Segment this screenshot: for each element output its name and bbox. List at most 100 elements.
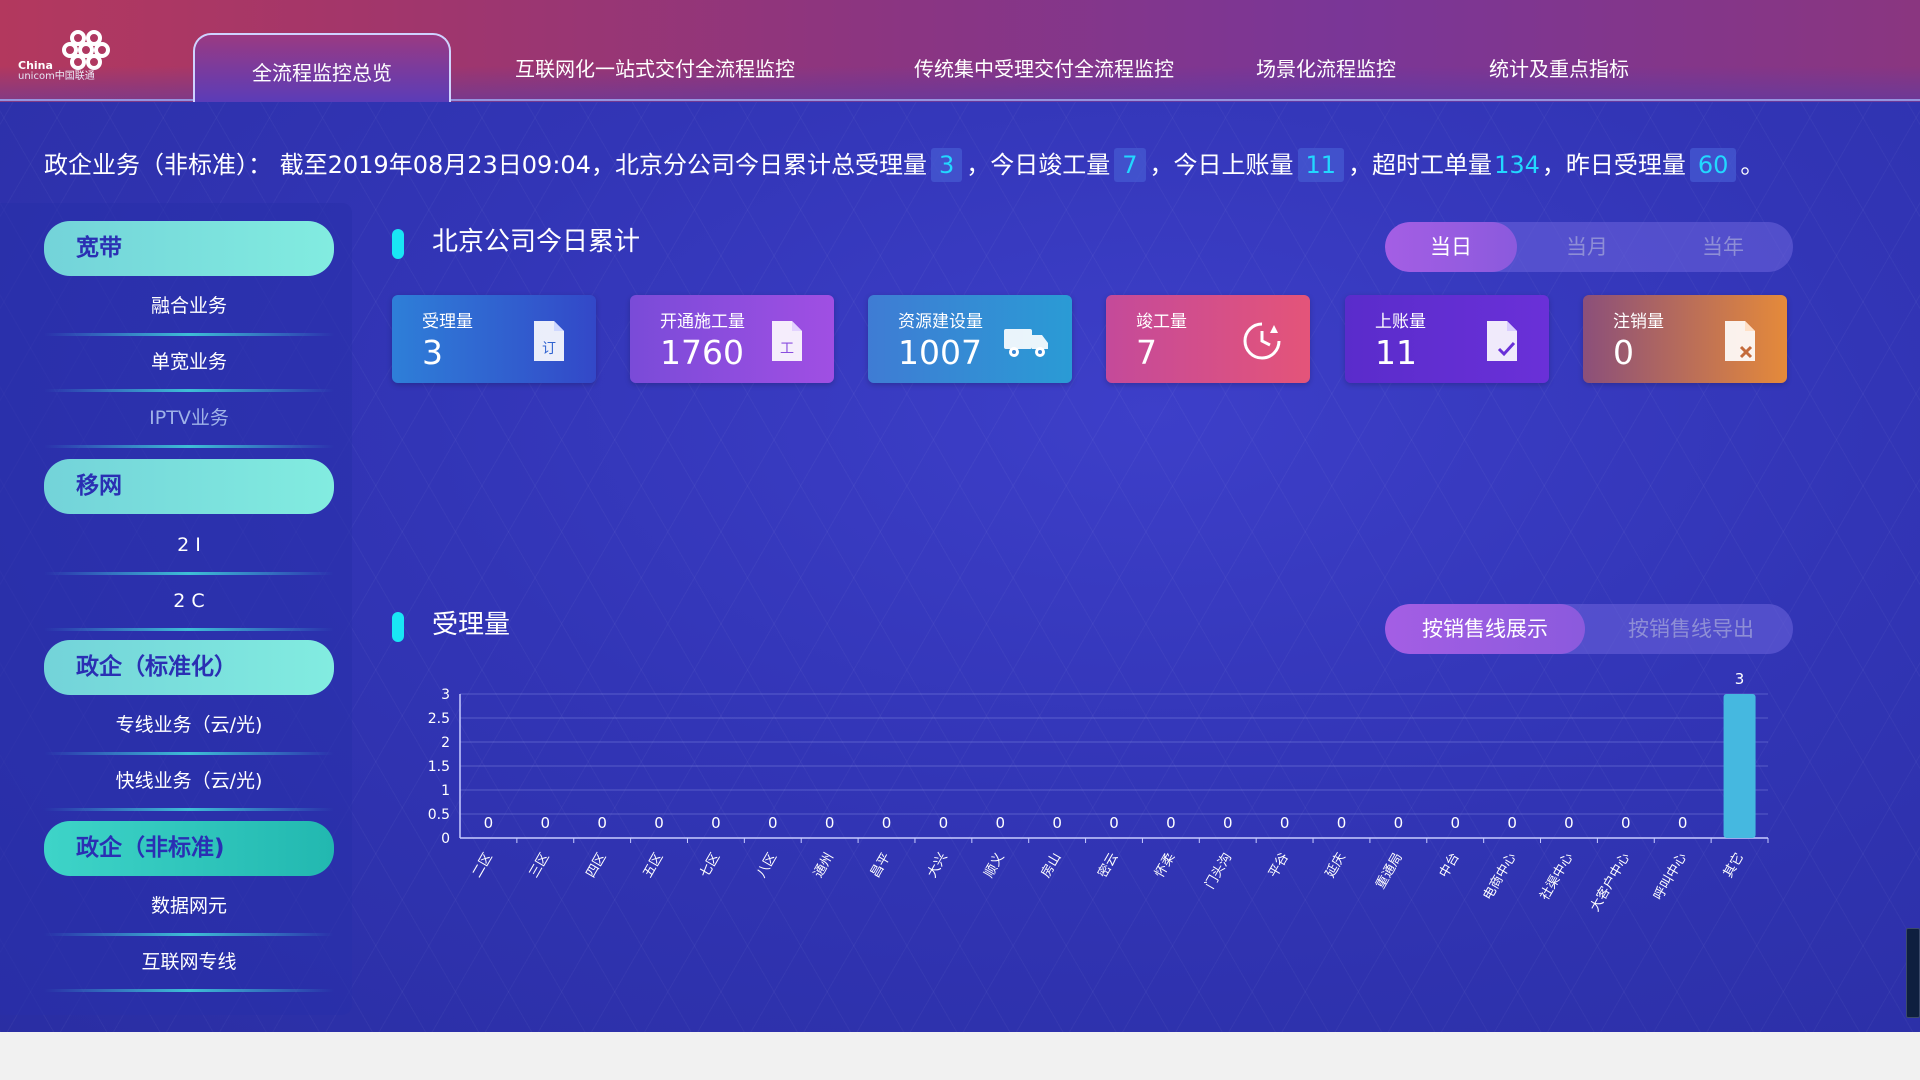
data-label: 0 [597, 814, 607, 832]
x-tick-label: 电商中心 [1481, 851, 1520, 904]
data-label: 0 [825, 814, 835, 832]
logo-text-china: China [18, 59, 53, 72]
y-tick-label: 2 [441, 735, 450, 751]
sidebar-item-iptv[interactable]: IPTV业务 [44, 390, 334, 446]
sidebar-item-2c[interactable]: 2 C [44, 573, 334, 629]
data-label: 0 [1280, 814, 1290, 832]
period-tab-month[interactable]: 当月 [1521, 222, 1653, 272]
metric-card-value: 11 [1375, 333, 1417, 372]
x-tick-label: 八区 [754, 851, 780, 881]
sidebar-item-single-broadband[interactable]: 单宽业务 [44, 334, 334, 390]
x-tick-label: 五区 [641, 851, 667, 881]
data-label: 0 [768, 814, 778, 832]
data-label: 0 [1337, 814, 1347, 832]
x-tick-label: 房山 [1038, 850, 1065, 881]
x-tick-label: 重通局 [1372, 850, 1405, 892]
metric-card-label: 上账量 [1375, 312, 1426, 332]
tab-overview[interactable]: 全流程监控总览 [193, 33, 451, 102]
sidebar-item-converged[interactable]: 融合业务 [44, 278, 334, 334]
section-title-daily: 北京公司今日累计 [432, 227, 641, 257]
tab-traditional-delivery[interactable]: 传统集中受理交付全流程监控 [914, 56, 1174, 82]
x-tick-label: 三区 [527, 851, 553, 881]
truck-icon [1002, 319, 1048, 363]
data-label: 0 [484, 814, 494, 832]
metric-card-value: 1007 [898, 333, 982, 372]
doc-check-icon [1479, 319, 1523, 363]
data-label: 0 [939, 814, 949, 832]
metric-card-5[interactable]: 注销量 0 [1583, 295, 1787, 383]
sidebar-category-broadband[interactable]: 宽带 [44, 221, 334, 276]
order-doc-icon: 订 [526, 319, 570, 363]
accepted-bar-chart: 0 0.5 1 1.5 2 2.5 3 0 二区 0 三区 0 四区 0 五区 0 七区 0 八区 0 通州 0 昌平 0 大兴… [428, 670, 1769, 914]
metric-card-label: 竣工量 [1136, 312, 1187, 332]
data-label: 0 [1450, 814, 1460, 832]
section-marker [392, 612, 404, 642]
data-label: 0 [1052, 814, 1062, 832]
sidebar-item-internet-line[interactable]: 互联网专线 [44, 934, 334, 990]
data-label: 0 [1223, 814, 1233, 832]
summary-text-1: ，今日竣工量 [966, 151, 1111, 179]
data-label: 0 [654, 814, 664, 832]
bar-22[interactable] [1723, 694, 1756, 838]
bottom-band [0, 1032, 1920, 1080]
x-tick-label: 昌平 [868, 851, 894, 881]
metric-card-0[interactable]: 受理量 3 订 [392, 295, 596, 383]
sidebar-separator [44, 628, 334, 631]
sidebar-separator [44, 808, 334, 811]
period-tab-year[interactable]: 当年 [1657, 222, 1789, 272]
x-tick-label: 门头沟 [1203, 851, 1235, 892]
tab-internet-delivery[interactable]: 互联网化一站式交付全流程监控 [515, 56, 795, 82]
data-label: 3 [1735, 670, 1745, 688]
metric-card-2[interactable]: 资源建设量 1007 [868, 295, 1072, 383]
summary-overtime: 134 [1494, 151, 1540, 179]
metric-card-value: 0 [1613, 333, 1634, 372]
x-tick-label: 大客户中心 [1587, 850, 1633, 914]
period-tab-day[interactable]: 当日 [1385, 222, 1517, 272]
metric-card-value: 3 [422, 333, 443, 372]
work-doc-icon: 工 [764, 319, 808, 363]
china-unicom-logo[interactable]: China unicom中国联通 [18, 30, 128, 90]
view-tab-export[interactable]: 按销售线导出 [1589, 604, 1793, 654]
y-tick-label: 0.5 [428, 807, 450, 823]
y-tick-label: 1 [441, 783, 450, 799]
data-label: 0 [1109, 814, 1119, 832]
summary-prefix: 政企业务（非标准）： 截至2019年08月23日09:04，北京分公司今日累计总… [44, 151, 927, 179]
metric-card-3[interactable]: 竣工量 7 [1106, 295, 1310, 383]
logo-text-unicom: unicom中国联通 [18, 71, 95, 82]
summary-text-5: 。 [1740, 151, 1765, 179]
scrollbar-handle[interactable] [1906, 928, 1920, 1018]
x-tick-label: 密云 [1095, 850, 1122, 881]
summary-text-4: ，昨日受理量 [1541, 151, 1686, 179]
data-label: 0 [1507, 814, 1517, 832]
x-tick-label: 通州 [811, 851, 837, 881]
sidebar-item-express-line[interactable]: 快线业务（云/光) [44, 753, 334, 809]
tab-statistics[interactable]: 统计及重点指标 [1489, 56, 1629, 82]
svg-text:订: 订 [542, 341, 556, 357]
summary-billed: 11 [1297, 148, 1345, 182]
sidebar-category-enterprise-standard[interactable]: 政企（标准化） [44, 640, 334, 695]
summary-completed: 7 [1114, 148, 1146, 182]
doc-cancel-icon [1717, 319, 1761, 363]
sidebar-category-enterprise-nonstandard[interactable]: 政企（非标准) [44, 821, 334, 876]
sidebar-category-mobile[interactable]: 移网 [44, 459, 334, 514]
tab-scenario-monitor[interactable]: 场景化流程监控 [1256, 56, 1396, 82]
data-label: 0 [1621, 814, 1631, 832]
metric-card-label: 资源建设量 [898, 312, 983, 332]
sidebar-item-dedicated-line[interactable]: 专线业务（云/光) [44, 697, 334, 753]
summary-text-2: ，今日上账量 [1149, 151, 1294, 179]
summary-yesterday: 60 [1689, 148, 1737, 182]
sidebar-item-data-network[interactable]: 数据网元 [44, 878, 334, 934]
data-label: 0 [1564, 814, 1574, 832]
sidebar-item-2i[interactable]: 2 I [44, 517, 334, 573]
view-tab-show[interactable]: 按销售线展示 [1385, 604, 1585, 654]
summary-line: 政企业务（非标准）： 截至2019年08月23日09:04，北京分公司今日累计总… [44, 148, 1764, 182]
unicom-knot-icon [62, 30, 110, 70]
y-tick-label: 0 [441, 831, 450, 847]
sidebar: 宽带 融合业务 单宽业务 IPTV业务 移网 2 I 2 C 政企（标准化） 专… [0, 203, 352, 1015]
tab-label: 全流程监控总览 [252, 61, 392, 85]
metric-card-4[interactable]: 上账量 11 [1345, 295, 1549, 383]
metric-card-1[interactable]: 开通施工量 1760 工 [630, 295, 834, 383]
x-tick-label: 二区 [470, 851, 496, 881]
y-tick-label: 1.5 [428, 759, 450, 775]
metric-card-label: 开通施工量 [660, 312, 745, 332]
